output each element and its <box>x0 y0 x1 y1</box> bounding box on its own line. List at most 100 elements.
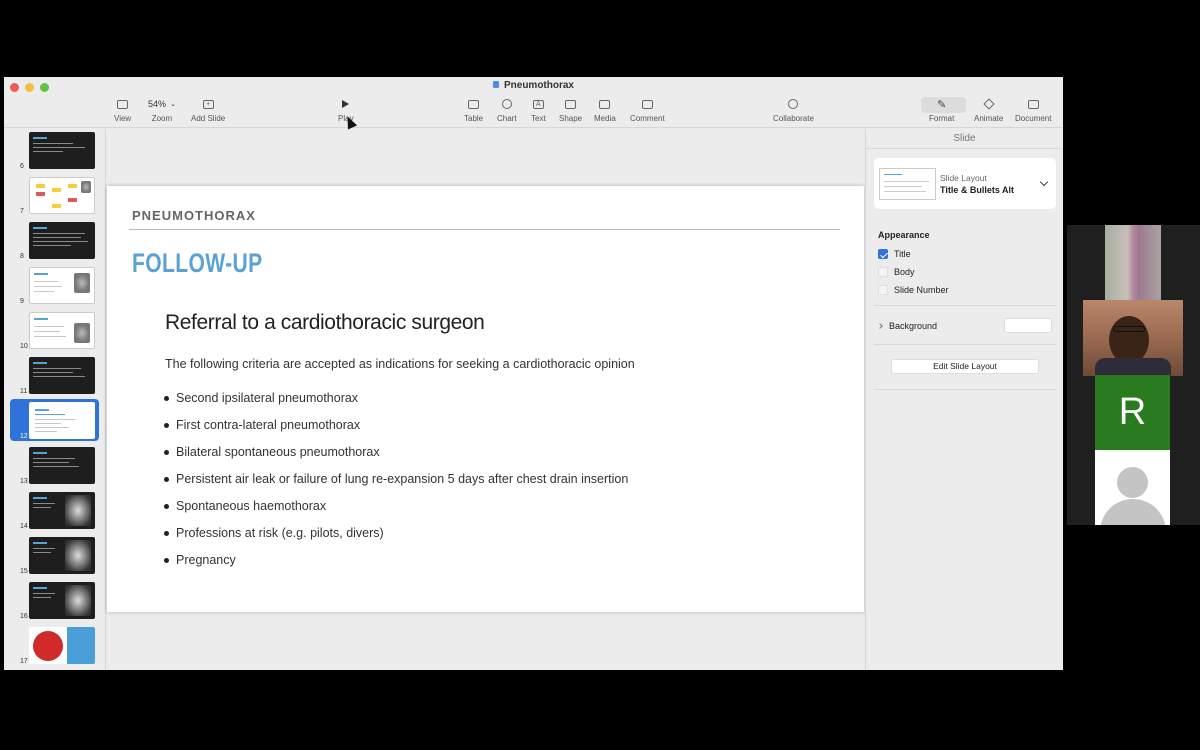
slide-thumbnail-11[interactable]: 11 <box>4 354 106 396</box>
chart-button[interactable]: Chart <box>497 97 517 123</box>
background-row[interactable]: Background <box>877 318 1052 334</box>
participant-camera-tile[interactable] <box>1083 300 1183 376</box>
slide-header[interactable]: PNEUMOTHORAX <box>132 208 256 223</box>
slide-number: 16 <box>20 613 28 620</box>
slide-thumbnail-15[interactable]: 15 <box>4 534 106 576</box>
edit-slide-layout-button[interactable]: Edit Slide Layout <box>891 359 1039 374</box>
thumbnail-image <box>29 357 95 394</box>
bullet-item: First contra-lateral pneumothorax <box>164 418 628 445</box>
bullet-text: Spontaneous haemothorax <box>176 499 327 513</box>
thumbnail-image <box>29 312 95 349</box>
media-label: Media <box>594 114 616 123</box>
layout-caption: Slide Layout <box>940 173 987 183</box>
avatar-icon <box>1117 467 1148 498</box>
slide-thumbnail-10[interactable]: 10 <box>4 309 106 351</box>
title-checkbox[interactable] <box>878 249 888 259</box>
chevron-right-icon <box>877 323 883 329</box>
document-button[interactable]: Document <box>1015 97 1051 123</box>
media-button[interactable]: Media <box>594 97 616 123</box>
divider <box>874 389 1056 390</box>
bullet-dot-icon <box>164 450 169 455</box>
toolbar: Pneumothorax View 54% ⌄ Zoom + Add Slide … <box>4 77 1063 128</box>
zoom-button[interactable]: 54% ⌄ Zoom <box>148 97 176 123</box>
format-inspector: Slide Slide Layout Title & Bullets Alt A… <box>865 129 1063 670</box>
slide-canvas[interactable]: PNEUMOTHORAX FOLLOW-UP Referral to a car… <box>107 129 864 670</box>
shape-button[interactable]: Shape <box>559 97 582 123</box>
divider <box>866 148 1063 149</box>
keynote-doc-icon <box>492 81 499 88</box>
view-button[interactable]: View <box>114 97 131 123</box>
paintbrush-icon: ✎ <box>937 98 947 111</box>
format-label: Format <box>929 114 955 123</box>
body-checkbox-label: Body <box>894 267 915 277</box>
bullet-item: Bilateral spontaneous pneumothorax <box>164 445 628 472</box>
thumbnail-image <box>29 222 95 259</box>
slide-thumbnail-7[interactable]: 7 <box>4 174 106 216</box>
bullet-dot-icon <box>164 396 169 401</box>
slide-thumbnail-12[interactable]: 12 <box>10 399 99 441</box>
add-slide-button[interactable]: + Add Slide <box>191 97 225 123</box>
slide-number-checkbox-row[interactable]: Slide Number <box>878 285 949 295</box>
slide-thumbnail-14[interactable]: 14 <box>4 489 106 531</box>
bullet-text: Pregnancy <box>176 553 236 567</box>
thumbnail-image <box>29 492 95 529</box>
thumbnail-image <box>29 177 95 214</box>
comment-label: Comment <box>630 114 665 123</box>
background-color-well[interactable] <box>1004 318 1052 333</box>
thumbnail-image <box>29 402 95 439</box>
video-participants-panel: R <box>1067 225 1200 525</box>
title-checkbox-row[interactable]: Title <box>878 249 911 259</box>
table-label: Table <box>464 114 484 123</box>
slide-thumbnail-13[interactable]: 13 <box>4 444 106 486</box>
divider <box>874 344 1056 345</box>
slide-thumbnail-16[interactable]: 16 <box>4 579 106 621</box>
collaborate-icon <box>788 99 799 109</box>
bullet-dot-icon <box>164 477 169 482</box>
body-checkbox[interactable] <box>878 267 888 277</box>
animate-label: Animate <box>974 114 1004 123</box>
title-checkbox-label: Title <box>894 249 911 259</box>
body-checkbox-row[interactable]: Body <box>878 267 915 277</box>
chart-icon <box>501 99 512 109</box>
slide-subtitle[interactable]: Referral to a cardiothoracic surgeon <box>165 311 485 335</box>
animate-icon <box>983 98 995 110</box>
comment-button[interactable]: Comment <box>630 97 665 123</box>
text-label: Text <box>531 114 546 123</box>
slide-thumbnail-8[interactable]: 8 <box>4 219 106 261</box>
table-button[interactable]: Table <box>464 97 483 123</box>
thumbnail-image <box>29 447 95 484</box>
bullet-text: Bilateral spontaneous pneumothorax <box>176 445 380 459</box>
slide-thumbnail-17[interactable]: 17 <box>4 624 106 666</box>
slide-number: 13 <box>20 478 28 485</box>
slide-thumbnail-9[interactable]: 9 <box>4 264 106 306</box>
bullet-list[interactable]: Second ipsilateral pneumothorax First co… <box>164 391 628 580</box>
slide-number: 6 <box>20 163 24 170</box>
slide-thumbnail-6[interactable]: 6 <box>4 129 106 171</box>
text-button[interactable]: A Text <box>531 97 546 123</box>
participant-avatar-tile[interactable] <box>1095 450 1170 525</box>
slide-number: 11 <box>20 388 28 395</box>
bullet-item: Professions at risk (e.g. pilots, divers… <box>164 526 628 553</box>
collaborate-button[interactable]: Collaborate <box>773 97 814 123</box>
slide-number-checkbox-label: Slide Number <box>894 285 949 295</box>
slide-title[interactable]: FOLLOW-UP <box>132 248 263 279</box>
format-button[interactable]: ✎ Format <box>929 97 955 124</box>
bullet-text: Professions at risk (e.g. pilots, divers… <box>176 526 384 540</box>
view-label: View <box>114 114 132 123</box>
header-divider <box>129 229 840 230</box>
text-icon: A <box>532 99 544 109</box>
participant-initial-tile[interactable]: R <box>1095 375 1170 450</box>
appearance-heading: Appearance <box>878 230 930 240</box>
slide-number: 12 <box>20 433 28 440</box>
slide[interactable]: PNEUMOTHORAX FOLLOW-UP Referral to a car… <box>107 186 864 612</box>
animate-button[interactable]: Animate <box>974 97 1003 123</box>
inspector-tab-slide[interactable]: Slide <box>866 133 1063 144</box>
slide-intro-text[interactable]: The following criteria are accepted as i… <box>165 357 635 371</box>
slide-layout-picker[interactable]: Slide Layout Title & Bullets Alt <box>874 158 1056 209</box>
thumbnail-image <box>29 627 95 664</box>
chart-label: Chart <box>497 114 517 123</box>
slide-navigator: 6 7 8 9 10 11 12 13 14 15 16 17 <box>4 129 106 670</box>
bullet-dot-icon <box>164 423 169 428</box>
participant-video-tile[interactable] <box>1105 225 1161 301</box>
slide-number-checkbox[interactable] <box>878 285 888 295</box>
